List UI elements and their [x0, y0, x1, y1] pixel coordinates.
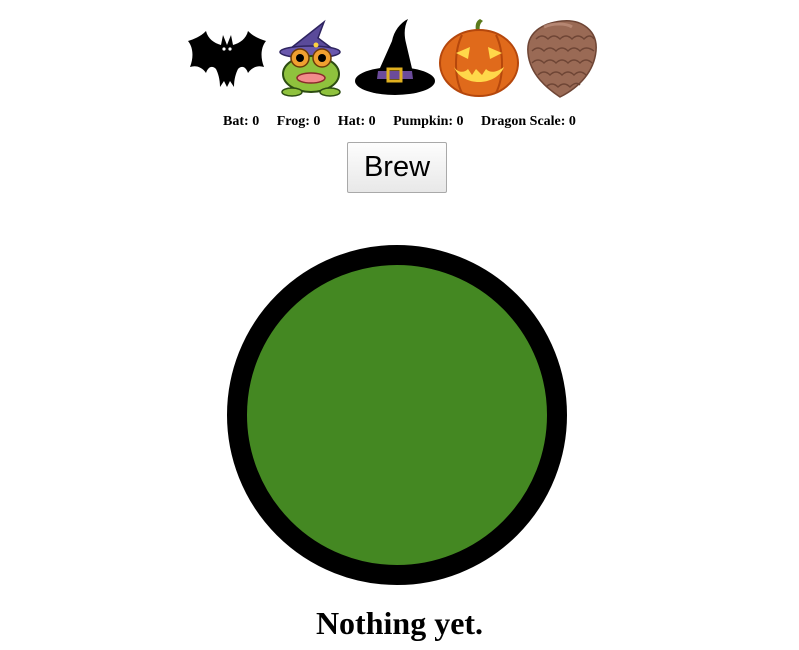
bat-count: Bat: 0: [223, 114, 260, 129]
pumpkin-icon: [439, 19, 519, 97]
hat-count: Hat: 0: [337, 114, 376, 129]
witch-hat-icon: [355, 19, 435, 95]
ingredient-frog[interactable]: [270, 16, 352, 100]
pumpkin-count: Pumpkin: 0: [393, 114, 464, 129]
ingredient-hat[interactable]: [354, 16, 436, 100]
ingredient-counts: Bat: 0 Frog: 0 Hat: 0 Pumpkin: 0 Dragon …: [0, 114, 799, 130]
ingredient-dragon-scale[interactable]: [522, 16, 604, 100]
frog-count: Frog: 0: [276, 114, 321, 129]
bat-icon: [188, 31, 266, 87]
ingredient-row: [186, 16, 606, 100]
potion-page: Bat: 0 Frog: 0 Hat: 0 Pumpkin: 0 Dragon …: [0, 0, 799, 650]
brew-button[interactable]: Brew: [347, 142, 447, 193]
ingredient-bat[interactable]: [186, 16, 268, 100]
frog-icon: [279, 19, 341, 97]
dragon-scale-count: Dragon Scale: 0: [481, 114, 576, 129]
cauldron: [227, 245, 567, 585]
dragon-scale-icon: [527, 20, 597, 98]
result-text: Nothing yet.: [315, 605, 484, 641]
ingredient-pumpkin[interactable]: [438, 16, 520, 100]
